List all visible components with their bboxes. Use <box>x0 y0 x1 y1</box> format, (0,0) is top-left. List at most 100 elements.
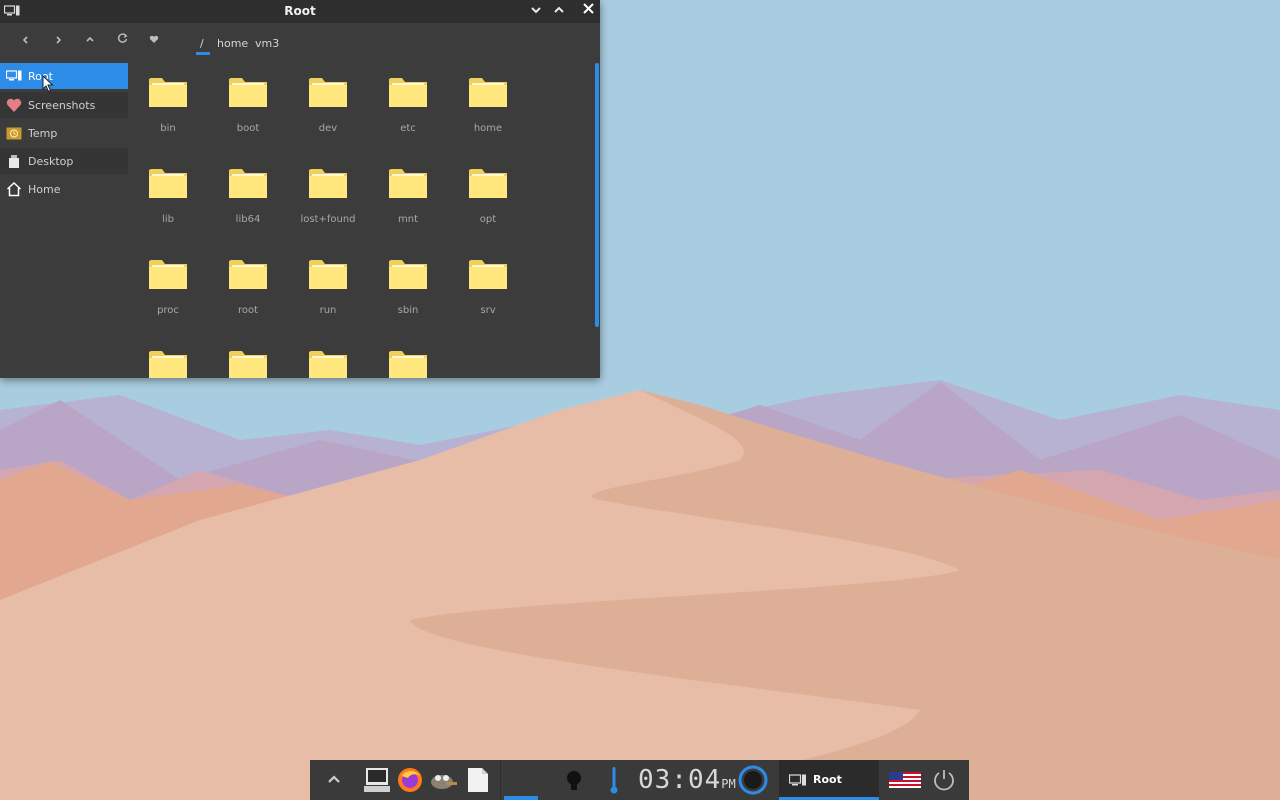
folder-icon <box>389 169 427 198</box>
sidebar-item-temp[interactable]: Temp <box>0 120 128 146</box>
window-title: Root <box>284 4 316 18</box>
folder-name: mnt <box>398 214 418 225</box>
heart-icon[interactable] <box>144 31 164 51</box>
sidebar-item-desktop[interactable]: Desktop <box>0 148 128 174</box>
folder-icon <box>229 169 267 198</box>
sidebar: Root Screenshots Temp Desktop Home <box>0 63 128 378</box>
folder-name: etc <box>400 123 416 134</box>
file-grid: bin boot dev etc home lib lib64 lost+found mnt op… <box>128 63 594 378</box>
sidebar-item-label: Home <box>28 183 61 196</box>
folder-item[interactable] <box>208 338 288 378</box>
folder-item[interactable]: lost+found <box>288 156 368 236</box>
file-manager-window: Root / home vm3 Root Screenshots Temp De… <box>0 0 600 378</box>
lightbulb-icon[interactable] <box>566 770 582 792</box>
status-ring-icon[interactable] <box>738 765 768 795</box>
desktop-icon <box>9 155 19 168</box>
folder-item[interactable]: opt <box>448 156 528 236</box>
sidebar-item-label: Temp <box>28 127 58 140</box>
back-icon[interactable] <box>16 31 36 51</box>
close-icon[interactable] <box>578 2 598 20</box>
folder-icon <box>149 351 187 378</box>
us-flag-icon[interactable] <box>889 772 921 788</box>
folder-icon <box>309 351 347 378</box>
folder-icon <box>389 351 427 378</box>
computer-icon <box>789 774 806 786</box>
task-root-window[interactable]: Root <box>779 760 879 800</box>
sidebar-item-home[interactable]: Home <box>0 176 128 202</box>
gimp-icon[interactable] <box>428 768 458 792</box>
folder-item[interactable]: run <box>288 247 368 327</box>
heart-icon <box>6 98 22 112</box>
folder-name: root <box>237 305 259 316</box>
folder-icon <box>309 260 347 289</box>
folder-item[interactable]: bin <box>128 65 208 145</box>
power-icon[interactable] <box>932 768 956 792</box>
forward-icon[interactable] <box>48 31 68 51</box>
workspace-indicator[interactable] <box>504 796 538 800</box>
computer-launcher-icon[interactable] <box>364 767 392 793</box>
folder-name: opt <box>479 214 497 225</box>
chevron-up-icon <box>328 775 340 783</box>
folder-name: dev <box>318 123 338 134</box>
sidebar-item-screenshots[interactable]: Screenshots <box>0 92 128 118</box>
chevron-down-icon[interactable] <box>526 2 546 20</box>
folder-icon <box>469 169 507 198</box>
breadcrumb-active-indicator <box>196 52 210 55</box>
folder-item[interactable]: etc <box>368 65 448 145</box>
title-bar[interactable]: Root <box>0 0 600 23</box>
folder-name: lost+found <box>300 214 356 225</box>
sidebar-item-label: Desktop <box>28 155 74 168</box>
clock-time: 03:04 <box>638 765 722 795</box>
folder-name: home <box>473 123 503 134</box>
temp-folder-icon <box>6 127 22 140</box>
folder-item[interactable]: home <box>448 65 528 145</box>
text-editor-icon[interactable] <box>467 767 489 793</box>
firefox-icon[interactable] <box>396 766 424 794</box>
show-tray-button[interactable] <box>324 760 344 800</box>
folder-item[interactable]: sbin <box>368 247 448 327</box>
chevron-up-icon[interactable] <box>549 2 569 20</box>
clock[interactable]: 03:04PM <box>638 765 736 795</box>
up-icon[interactable] <box>80 31 100 51</box>
refresh-icon[interactable] <box>112 31 132 51</box>
folder-name: boot <box>236 123 260 134</box>
computer-icon <box>6 70 22 81</box>
folder-item[interactable]: boot <box>208 65 288 145</box>
toolbar: / home vm3 <box>0 23 600 61</box>
folder-name: lib64 <box>235 214 261 225</box>
folder-icon <box>149 78 187 107</box>
folder-icon <box>229 351 267 378</box>
home-icon <box>6 181 22 197</box>
folder-icon <box>309 169 347 198</box>
scrollbar[interactable] <box>595 63 599 327</box>
sidebar-item-root[interactable]: Root <box>0 63 128 89</box>
folder-name: lib <box>162 214 174 225</box>
folder-item[interactable] <box>368 338 448 378</box>
folder-item[interactable]: lib64 <box>208 156 288 236</box>
breadcrumb-home[interactable]: home <box>217 37 248 50</box>
taskbar-divider <box>500 760 501 800</box>
folder-name: proc <box>157 305 179 316</box>
taskbar: 03:04PM Root <box>310 760 969 800</box>
folder-icon <box>149 260 187 289</box>
folder-icon <box>469 260 507 289</box>
folder-icon <box>469 78 507 107</box>
folder-item[interactable] <box>128 338 208 378</box>
folder-item[interactable] <box>288 338 368 378</box>
folder-name: srv <box>480 305 496 316</box>
folder-item[interactable]: root <box>208 247 288 327</box>
breadcrumb-root[interactable]: / <box>200 37 204 50</box>
folder-item[interactable]: proc <box>128 247 208 327</box>
folder-item[interactable]: dev <box>288 65 368 145</box>
folder-item[interactable]: srv <box>448 247 528 327</box>
breadcrumb-vm3[interactable]: vm3 <box>255 37 279 50</box>
folder-item[interactable]: lib <box>128 156 208 236</box>
folder-name: bin <box>160 123 176 134</box>
folder-icon <box>309 78 347 107</box>
folder-icon <box>229 260 267 289</box>
folder-name: run <box>319 305 337 316</box>
folder-icon <box>389 78 427 107</box>
folder-item[interactable]: mnt <box>368 156 448 236</box>
thermometer-icon[interactable] <box>610 767 618 795</box>
mouse-cursor-icon <box>42 75 54 93</box>
